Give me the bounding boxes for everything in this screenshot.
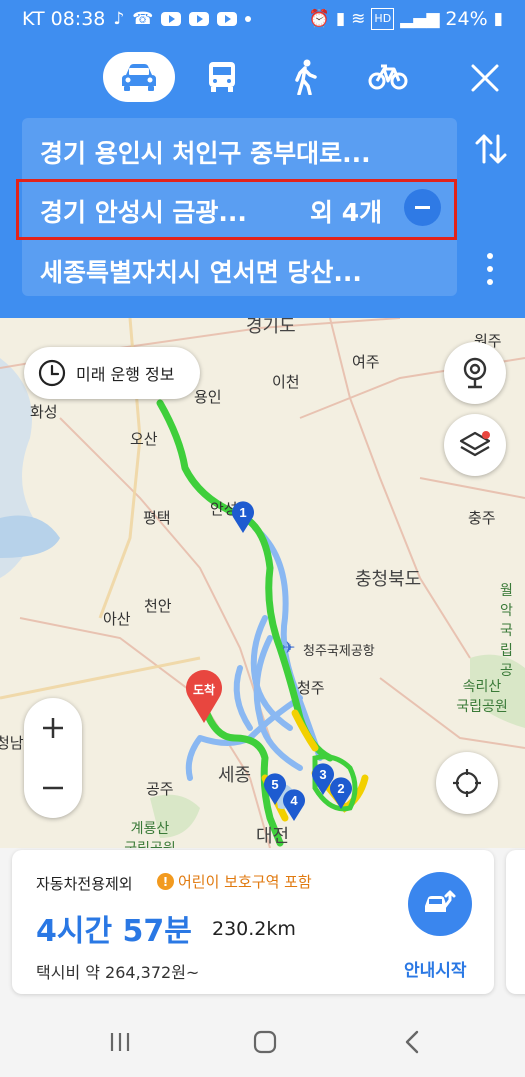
minus-icon [43,786,63,790]
music-notification-icon: ♪ [113,9,125,29]
map-label-cheongju: 청주 [297,679,325,697]
bike-mode-tab[interactable] [358,52,418,102]
waypoint-marker-2[interactable]: 2 [328,776,354,810]
wifi-icon: ≋ [351,9,366,29]
crosshair-icon [453,769,481,797]
waypoint-marker-5-label: 5 [271,777,278,792]
school-zone-notice-text: 어린이 보호구역 포함 [178,873,312,891]
waypoint-marker-2-label: 2 [337,781,344,796]
zoom-out-button[interactable] [24,758,82,818]
cctv-icon [463,357,487,389]
signal-icon: ▂▄▆ [400,9,440,29]
map-label-icheon: 이천 [272,373,300,391]
map-label-yongin: 용인 [194,388,222,406]
more-vertical-icon [487,253,493,285]
map-label-chungju: 충주 [468,509,496,527]
battery-percent: 24% [445,8,488,30]
start-navigation-button[interactable] [408,872,472,936]
origin-field[interactable]: 경기 용인시 처인구 중부대로... [40,134,371,170]
map-label-daejeon: 대전 [256,826,290,847]
youtube-notification-icon [161,12,182,26]
arrival-marker-label: 도착 [193,682,215,697]
car-icon [122,64,156,91]
waypoint-marker-1[interactable]: 1 [230,500,256,534]
map-label-sejong: 세종 [218,765,252,786]
route-header: KT 08:38 ♪ ☎ ⏰ ▮ ≋ HD ▂▄▆ 24% ▮ 경기 용인시 처… [0,0,525,318]
future-traffic-label: 미래 운행 정보 [76,365,175,384]
carrier-time: KT 08:38 [22,8,106,30]
home-button[interactable] [245,1022,285,1062]
walk-mode-tab[interactable] [282,52,328,102]
swap-icon [475,134,507,164]
map-label-songnisan: 속리산 국립공원 [456,679,508,715]
map-label-gyeryongsan: 계룡산 국립공원 [124,821,176,848]
map-label-cheongnam: 청남 [0,734,24,752]
back-button[interactable] [392,1022,432,1062]
map-label-woraksan: 월악 국립공 [500,583,513,679]
route-duration: 4시간 57분 [36,914,192,949]
route-option-label: 자동차전용제외 [36,875,133,893]
close-icon [471,64,499,92]
map-label-cheongju-airport: 청주국제공항 [303,644,375,659]
recent-apps-button[interactable] [100,1022,140,1062]
battery-icon: ▮ [493,9,503,29]
swap-route-button[interactable] [470,128,512,170]
battery-saver-icon: ▮ [335,9,346,29]
bike-icon [368,64,408,90]
call-notification-icon: ☎ [132,9,154,29]
recent-apps-icon [110,1033,130,1051]
youtube-notification-icon-3 [217,12,238,26]
bus-mode-tab[interactable] [196,52,248,102]
school-zone-notice: ! 어린이 보호구역 포함 [157,871,312,892]
back-icon [405,1030,419,1054]
current-location-button[interactable] [436,752,498,814]
warning-icon: ! [157,873,174,890]
alarm-icon: ⏰ [308,9,330,29]
waypoint-marker-4-label: 4 [290,793,298,808]
bus-icon [209,62,235,92]
more-options-button[interactable] [478,250,502,288]
status-bar: KT 08:38 ♪ ☎ ⏰ ▮ ≋ HD ▂▄▆ 24% ▮ [0,0,525,38]
map-label-hwaseong: 화성 [30,403,58,421]
walk-icon [295,59,317,95]
plus-icon [43,718,63,738]
close-button[interactable] [465,58,505,98]
map-label-cheonan: 천안 [144,597,172,615]
destination-field[interactable]: 세종특별자치시 연서면 당산... [40,253,362,289]
airport-icon: ✈ [282,638,296,657]
zoom-controls [24,698,82,818]
map-label-gongju: 공주 [146,780,174,798]
waypoint-marker-1-label: 1 [239,505,246,520]
map-label-asan: 아산 [103,610,131,628]
layers-button[interactable] [444,414,506,476]
map-label-gyeonggi: 경기도 [246,318,296,337]
next-route-card[interactable] [506,850,525,994]
youtube-notification-icon-2 [189,12,210,26]
waypoint-marker-3-label: 3 [319,767,326,782]
waypoint-highlight-box [16,179,457,240]
navigation-turn-icon [425,890,456,912]
system-nav-bar [0,1008,525,1077]
hd-voice-icon: HD [371,8,395,30]
start-navigation-label[interactable]: 안내시작 [404,956,467,981]
future-traffic-button[interactable]: 미래 운행 정보 [24,347,200,399]
map-label-pyeongtaek: 평택 [143,509,171,527]
car-mode-tab[interactable] [103,52,175,102]
taxi-fare: 택시비 약 264,372원~ [36,963,200,982]
arrival-marker[interactable]: 도착 [184,670,224,724]
waypoint-marker-4[interactable]: 4 [281,788,307,822]
map-label-osan: 오산 [130,430,158,448]
clock-icon [38,359,66,387]
home-icon [253,1030,277,1054]
route-distance: 230.2km [212,918,296,940]
map-label-yeoju: 여주 [352,353,380,371]
map-label-chungbuk: 충청북도 [355,569,422,590]
more-notifications-icon [245,16,252,22]
zoom-in-button[interactable] [24,698,82,758]
layers-icon [459,431,491,457]
transport-mode-tabs [0,50,525,106]
cctv-button[interactable] [444,342,506,404]
